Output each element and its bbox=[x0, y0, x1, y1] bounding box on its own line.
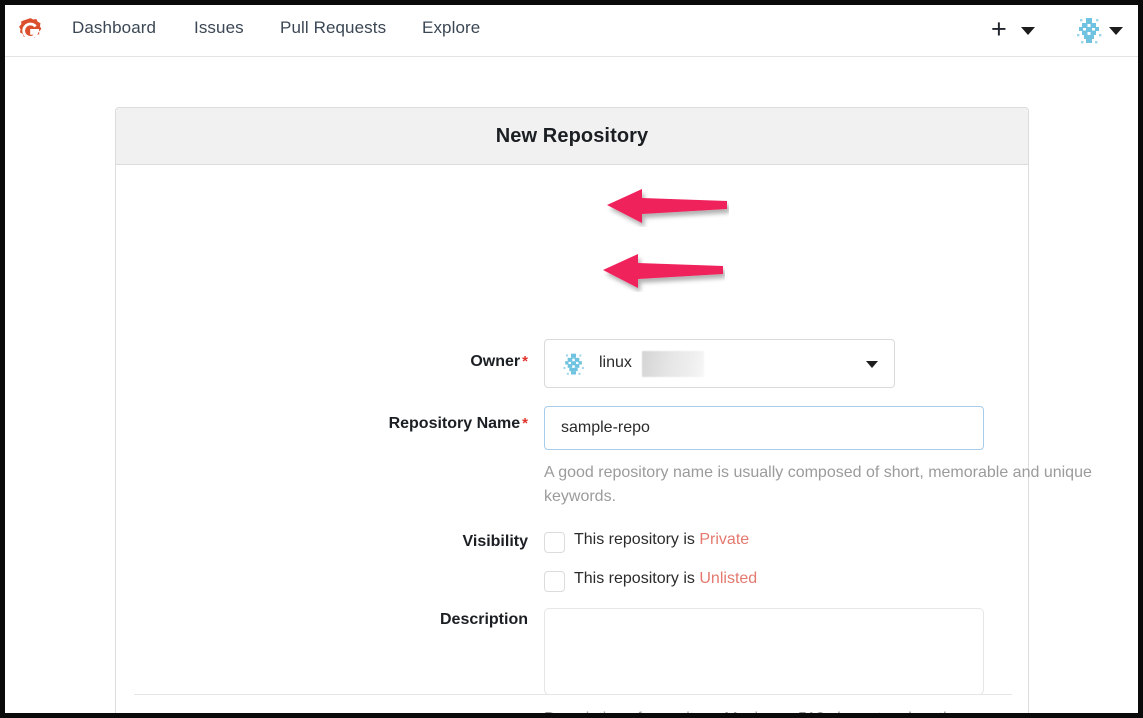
nav-link-dashboard[interactable]: Dashboard bbox=[72, 18, 156, 38]
page-root: Dashboard Issues Pull Requests Explore + bbox=[5, 5, 1138, 713]
checkbox-private[interactable] bbox=[544, 532, 565, 553]
user-avatar-identicon[interactable] bbox=[1074, 16, 1104, 46]
owner-select[interactable]: linux bbox=[544, 339, 895, 388]
card-header: New Repository bbox=[116, 108, 1028, 165]
page-title: New Repository bbox=[495, 124, 649, 147]
visibility-unlisted-prefix: This repository is bbox=[574, 570, 700, 587]
gitea-logo-icon[interactable] bbox=[16, 17, 45, 46]
required-marker-repository-name: * bbox=[522, 415, 528, 432]
owner-avatar-identicon bbox=[561, 352, 586, 377]
description-help-text: Description of repository. Maximum 512 c… bbox=[544, 710, 956, 713]
visibility-label: Visibility bbox=[462, 533, 528, 550]
visibility-private-emphasis: Private bbox=[699, 531, 750, 548]
repository-name-input[interactable] bbox=[544, 406, 984, 450]
description-label: Description bbox=[439, 611, 528, 628]
nav-link-explore[interactable]: Explore bbox=[422, 18, 480, 38]
section-divider bbox=[134, 694, 1012, 695]
visibility-private-text: This repository is Private bbox=[574, 531, 749, 549]
description-textarea[interactable] bbox=[544, 608, 984, 695]
checkbox-unlisted[interactable] bbox=[544, 571, 565, 592]
redacted-owner-suffix bbox=[642, 351, 704, 377]
visibility-unlisted-emphasis: Unlisted bbox=[699, 570, 758, 587]
owner-label: Owner * bbox=[306, 353, 528, 371]
chevron-down-icon-user-menu[interactable] bbox=[1109, 27, 1123, 35]
screenshot-frame: Dashboard Issues Pull Requests Explore + bbox=[0, 0, 1143, 718]
visibility-private-prefix: This repository is bbox=[574, 531, 700, 548]
visibility-unlisted-text: This repository is Unlisted bbox=[574, 570, 757, 588]
owner-value: linux bbox=[599, 354, 632, 371]
top-navigation-bar: Dashboard Issues Pull Requests Explore + bbox=[5, 5, 1138, 57]
nav-link-issues[interactable]: Issues bbox=[194, 18, 244, 38]
repository-name-label-text: Repository Name bbox=[388, 415, 521, 432]
chevron-down-icon-owner[interactable] bbox=[866, 361, 878, 368]
repository-name-label: Repository Name * bbox=[269, 415, 528, 433]
nav-link-pull-requests[interactable]: Pull Requests bbox=[280, 18, 386, 38]
plus-icon[interactable]: + bbox=[991, 16, 1007, 43]
owner-label-text: Owner bbox=[470, 353, 521, 370]
new-repository-card: New Repository Owner * linux Repository … bbox=[115, 107, 1092, 713]
repository-name-help-text: A good repository name is usually compos… bbox=[544, 464, 1092, 505]
chevron-down-icon-create[interactable] bbox=[1021, 27, 1035, 35]
required-marker-owner: * bbox=[522, 353, 528, 370]
